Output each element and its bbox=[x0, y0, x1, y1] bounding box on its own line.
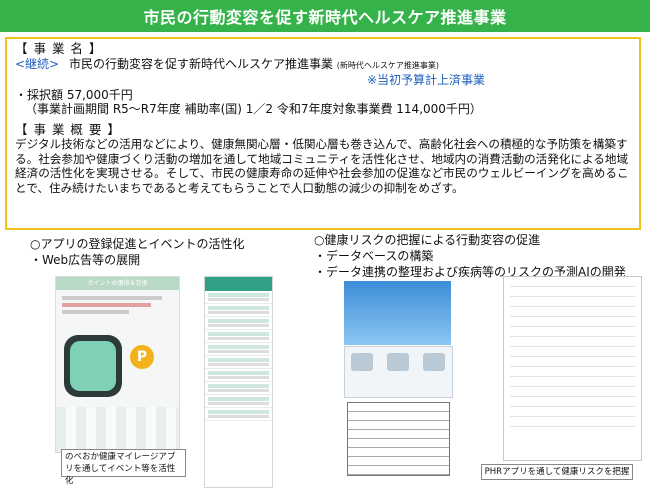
list-item bbox=[205, 330, 272, 343]
page: 市民の行動変容を促す新時代ヘルスケア推進事業 【 事 業 名 】 <継続> 市民… bbox=[0, 0, 650, 488]
adopted-amount: ・採択額 57,000千円 bbox=[15, 87, 133, 102]
right-heading: ○健康リスクの把握による行動変容の促進 bbox=[314, 233, 541, 247]
list-item bbox=[205, 304, 272, 317]
continuation-tag: <継続> bbox=[15, 56, 60, 71]
event-flyer-image bbox=[344, 346, 453, 398]
list-item bbox=[205, 343, 272, 356]
project-name-row: <継続> 市民の行動変容を促す新時代ヘルスケア推進事業 (新時代ヘルスケア推進事… bbox=[15, 57, 631, 74]
project-info-box: 【 事 業 名 】 <継続> 市民の行動変容を促す新時代ヘルスケア推進事業 (新… bbox=[5, 37, 641, 230]
app-text-placeholder bbox=[56, 290, 179, 320]
overview-text: デジタル技術などの活用などにより、健康無関心層・低関心層も巻き込んで、高齢化社会… bbox=[15, 137, 629, 195]
overview-label: 【 事 業 概 要 】 bbox=[15, 121, 121, 137]
point-coin-icon: P bbox=[130, 345, 154, 369]
left-caption: のべおか健康マイレージアプリを通してイベント等を活性化 bbox=[61, 449, 186, 486]
app-header: ポイントの獲得＆交換 bbox=[56, 277, 179, 290]
event-list-app-screenshot bbox=[204, 276, 273, 488]
list-header bbox=[205, 277, 272, 291]
application-form-image bbox=[347, 402, 450, 476]
page-title: 市民の行動変容を促す新時代ヘルスケア推進事業 bbox=[0, 0, 650, 32]
period-line: （事業計画期間 R5～R7年度 補助率(国) 1／2 令和7年度対象事業費 11… bbox=[25, 102, 482, 116]
right-bullet-1: ・データベースの構築 bbox=[314, 249, 434, 263]
list-item bbox=[205, 408, 272, 421]
left-bullet: ・Web広告等の展開 bbox=[30, 253, 141, 267]
list-item bbox=[205, 382, 272, 395]
list-item bbox=[205, 291, 272, 304]
project-name-label: 【 事 業 名 】 bbox=[15, 41, 103, 56]
mileage-app-screenshot: ポイントの獲得＆交換 P bbox=[55, 276, 180, 453]
pattern-decoration bbox=[56, 407, 179, 452]
list-item bbox=[205, 317, 272, 330]
list-item bbox=[205, 395, 272, 408]
right-caption: PHRアプリを通して健康リスクを把握 bbox=[481, 464, 633, 480]
project-name-sub: (新時代ヘルスケア推進事業) bbox=[336, 60, 440, 70]
event-poster-image bbox=[344, 281, 451, 345]
budget-note: ※当初予算計上済事業 bbox=[367, 73, 486, 87]
phone-icon bbox=[64, 335, 122, 397]
list-item bbox=[205, 356, 272, 369]
phr-app-screenshot bbox=[503, 276, 642, 461]
left-heading: ○アプリの登録促進とイベントの活性化 bbox=[30, 237, 245, 251]
project-name: 市民の行動変容を促す新時代ヘルスケア推進事業 bbox=[68, 56, 333, 71]
list-item bbox=[205, 369, 272, 382]
